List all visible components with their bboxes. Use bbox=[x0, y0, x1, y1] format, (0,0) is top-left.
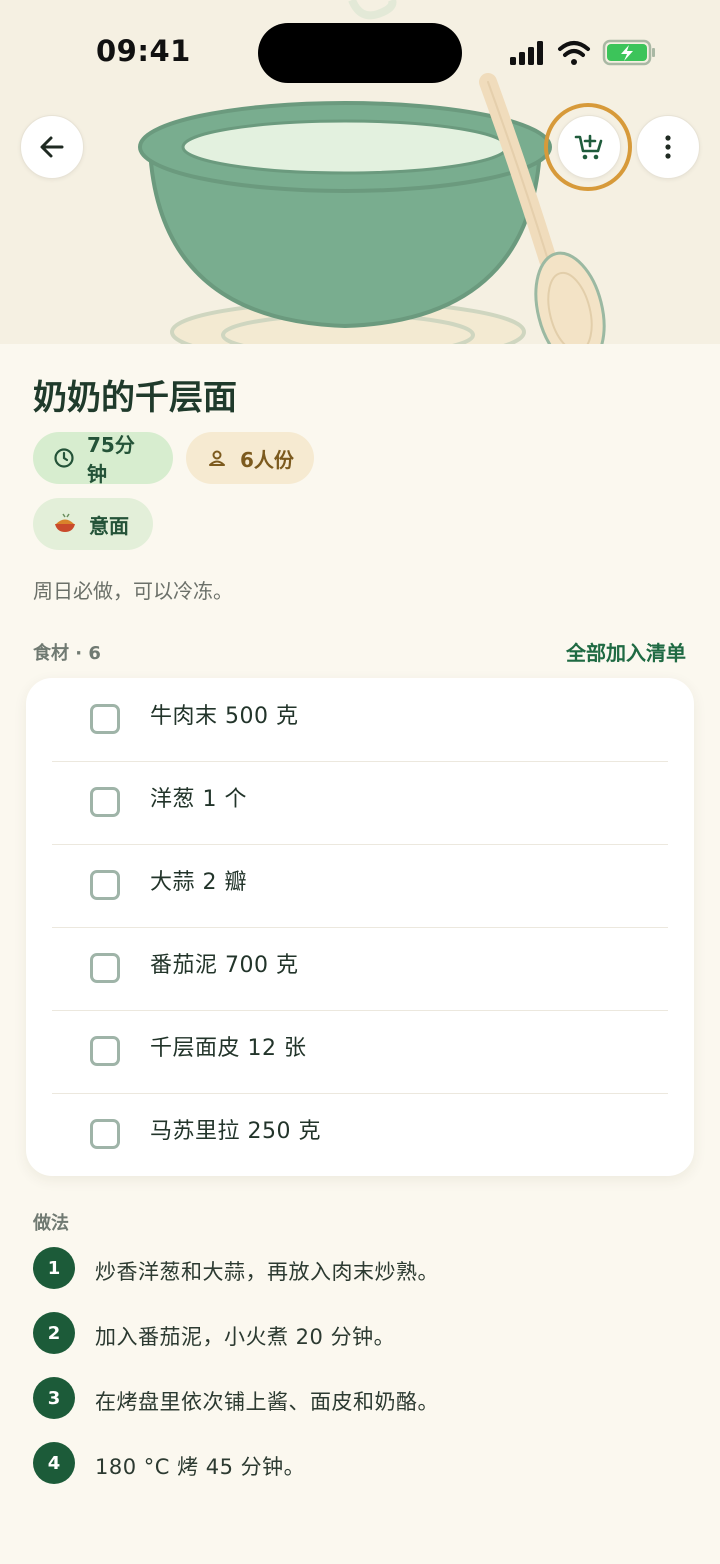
ingredient-checkbox[interactable] bbox=[90, 1119, 120, 1149]
recipe-description: 周日必做，可以冷冻。 bbox=[33, 579, 233, 603]
ingredient-row[interactable]: 大蒜 2 瓣 bbox=[52, 844, 668, 928]
ingredient-text: 千层面皮 12 张 bbox=[150, 1036, 307, 1061]
status-time: 09:41 bbox=[96, 34, 191, 68]
method-step: 3 在烤盘里依次铺上酱、面皮和奶酪。 bbox=[33, 1377, 693, 1421]
wifi-icon bbox=[558, 41, 590, 65]
method-label: 做法 bbox=[33, 1213, 69, 1234]
step-number: 3 bbox=[33, 1377, 75, 1419]
recipe-title: 奶奶的千层面 bbox=[33, 378, 237, 418]
time-chip: 75分钟 bbox=[33, 432, 173, 486]
time-chip-label: 75分钟 bbox=[87, 433, 135, 486]
clock-icon bbox=[53, 447, 75, 469]
category-chip: 意面 bbox=[33, 498, 153, 550]
ingredients-label: 食材 · 6 bbox=[33, 643, 101, 664]
ingredient-checkbox[interactable] bbox=[90, 1036, 120, 1066]
step-number: 4 bbox=[33, 1442, 75, 1484]
signal-icon bbox=[510, 41, 543, 65]
ingredient-checkbox[interactable] bbox=[90, 787, 120, 817]
ingredient-row[interactable]: 马苏里拉 250 克 bbox=[52, 1093, 668, 1177]
servings-chip-label: 6人份 bbox=[240, 447, 294, 472]
method-step: 2 加入番茄泥，小火煮 20 分钟。 bbox=[33, 1312, 693, 1356]
battery-icon bbox=[602, 39, 655, 66]
ingredient-row[interactable]: 番茄泥 700 克 bbox=[52, 927, 668, 1011]
category-chip-label: 意面 bbox=[89, 513, 129, 538]
dynamic-island bbox=[258, 23, 462, 83]
arrow-left-icon bbox=[40, 136, 64, 158]
ingredient-text: 洋葱 1 个 bbox=[150, 787, 247, 812]
cart-plus-icon bbox=[574, 134, 603, 160]
method-step: 1 炒香洋葱和大蒜，再放入肉末炒熟。 bbox=[33, 1247, 693, 1291]
ingredient-text: 大蒜 2 瓣 bbox=[150, 870, 247, 895]
servings-chip: 6人份 bbox=[186, 432, 314, 484]
step-number: 2 bbox=[33, 1312, 75, 1354]
back-button[interactable] bbox=[20, 115, 84, 179]
ingredient-text: 牛肉末 500 克 bbox=[150, 704, 299, 729]
step-text: 180 °C 烤 45 分钟。 bbox=[95, 1455, 306, 1479]
step-text: 加入番茄泥，小火煮 20 分钟。 bbox=[95, 1325, 396, 1349]
ingredient-text: 马苏里拉 250 克 bbox=[150, 1119, 321, 1144]
add-all-to-list-button[interactable]: 全部加入清单 bbox=[566, 637, 686, 666]
ingredient-text: 番茄泥 700 克 bbox=[150, 953, 299, 978]
pasta-bowl-icon bbox=[53, 513, 77, 535]
method-step: 4 180 °C 烤 45 分钟。 bbox=[33, 1442, 693, 1486]
step-number: 1 bbox=[33, 1247, 75, 1289]
step-text: 炒香洋葱和大蒜，再放入肉末炒熟。 bbox=[95, 1260, 439, 1284]
status-icons bbox=[510, 39, 655, 66]
ingredients-card: 牛肉末 500 克 洋葱 1 个 大蒜 2 瓣 番茄泥 700 克 千层面皮 1… bbox=[26, 678, 694, 1176]
ingredient-checkbox[interactable] bbox=[90, 870, 120, 900]
ingredient-row[interactable]: 千层面皮 12 张 bbox=[52, 1010, 668, 1094]
more-vertical-icon bbox=[665, 135, 671, 159]
status-bar: 09:41 bbox=[0, 0, 720, 100]
ingredient-row[interactable]: 洋葱 1 个 bbox=[52, 761, 668, 845]
ingredient-row[interactable]: 牛肉末 500 克 bbox=[52, 678, 668, 762]
step-text: 在烤盘里依次铺上酱、面皮和奶酪。 bbox=[95, 1390, 439, 1414]
more-options-button[interactable] bbox=[636, 115, 700, 179]
ingredient-checkbox[interactable] bbox=[90, 953, 120, 983]
add-to-cart-button[interactable] bbox=[557, 115, 621, 179]
ingredient-checkbox[interactable] bbox=[90, 704, 120, 734]
person-icon bbox=[206, 447, 228, 469]
